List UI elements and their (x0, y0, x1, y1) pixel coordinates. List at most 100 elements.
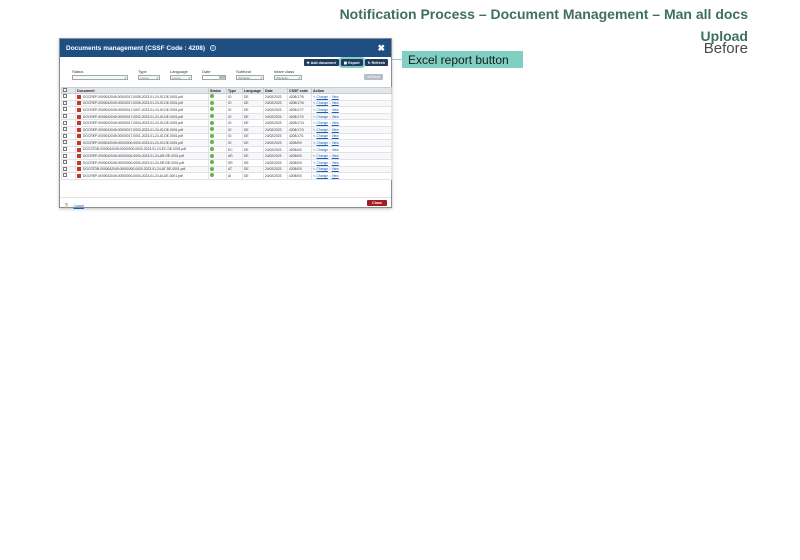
row-checkbox-cell[interactable] (61, 93, 76, 101)
row-checkbox-cell[interactable] (61, 112, 76, 121)
add-document-button[interactable]: ✚ Add document (303, 59, 339, 66)
view-link[interactable]: View (332, 154, 339, 158)
view-link[interactable]: View (332, 121, 339, 125)
row-checkbox-cell[interactable] (61, 125, 76, 134)
change-link[interactable]: Change (317, 115, 329, 119)
row-checkbox[interactable] (63, 94, 67, 99)
row-checkbox[interactable] (63, 107, 67, 112)
document-cell[interactable]: DOCREP-0000042049-00000017-0001-2023-01-… (75, 132, 209, 141)
change-link[interactable]: Change (317, 95, 329, 99)
table-row[interactable]: DOCREP-0000042049-00000000-0000-2023-01-… (61, 158, 392, 167)
document-cell[interactable]: DOCREP-0000042049-00000000-0000-2023-01-… (75, 152, 209, 160)
change-link[interactable]: Change (317, 121, 329, 125)
close-icon[interactable]: ✖ (377, 43, 385, 54)
change-link[interactable]: Change (317, 148, 329, 152)
row-checkbox-cell[interactable] (61, 158, 76, 167)
row-checkbox-cell[interactable] (61, 132, 76, 141)
change-link[interactable]: Change (317, 161, 329, 165)
view-link[interactable]: View (332, 167, 339, 171)
document-cell[interactable]: DOCREP-0000042049-00000017-0003-2023-01-… (75, 125, 209, 134)
view-link[interactable]: View (332, 134, 339, 138)
table-row[interactable]: DOCREP-0000042049-00000000-0000-2023-01-… (61, 172, 392, 180)
change-link[interactable]: Change (317, 141, 329, 145)
table-row[interactable]: DOCSTDB-0000042049-00000000-0000-2023-01… (61, 165, 392, 174)
document-cell[interactable]: DOCREP-0000042049-00000017-0004-2023-01-… (75, 119, 209, 127)
row-checkbox[interactable] (63, 173, 67, 178)
row-checkbox[interactable] (63, 101, 67, 105)
view-link[interactable]: View (332, 128, 339, 132)
language-select-value: (none) (172, 75, 181, 80)
change-link[interactable]: Change (317, 108, 329, 112)
table-row[interactable]: DOCREP-0000042049-00000017-0003-2023-01-… (61, 125, 392, 134)
row-checkbox[interactable] (63, 147, 67, 152)
document-cell[interactable]: DOCREP-0000042049-00000017-0005-2023-01-… (75, 93, 209, 101)
row-checkbox-cell[interactable] (61, 139, 76, 147)
view-link[interactable]: View (332, 95, 339, 99)
refresh-button[interactable]: ↻ Refresh (364, 59, 388, 66)
table-row[interactable]: DOCREP-0000042049-00000017-0004-2023-01-… (61, 119, 392, 127)
change-link[interactable]: Change (317, 128, 329, 132)
dialog-header: Documents management (CSSF Code : 4208) … (60, 39, 391, 57)
change-link[interactable]: Change (317, 167, 329, 171)
share-class-select[interactable]: (Multiple) ▾ (274, 75, 302, 80)
row-checkbox-cell[interactable] (61, 119, 76, 127)
document-cell[interactable]: DOCSTDB-0000042049-00000000-0000-2023-01… (75, 145, 209, 154)
view-link[interactable]: View (332, 148, 339, 152)
document-cell[interactable]: DOCREP-0000042049-00000017-0002-2023-01-… (75, 112, 209, 121)
subfund-select[interactable]: (Multiple) ▾ (236, 75, 264, 80)
document-cell[interactable]: DOCREP-0000042049-00000000-0000-2023-01-… (75, 172, 209, 180)
change-link[interactable]: Change (317, 134, 329, 138)
row-checkbox[interactable] (63, 134, 67, 138)
type-select[interactable]: (none) ▾ (138, 75, 160, 80)
info-icon[interactable]: i (209, 44, 216, 51)
document-cell[interactable]: DOCREP-0000042049-00000017-0007-2023-01-… (75, 106, 209, 114)
change-link[interactable]: Change (317, 101, 329, 105)
table-row[interactable]: DOCREP-0000042049-00000017-0007-2023-01-… (61, 106, 392, 114)
table-row[interactable]: DOCREP-0000042049-00000017-0002-2023-01-… (61, 112, 392, 121)
row-checkbox-cell[interactable] (61, 172, 76, 180)
view-link[interactable]: View (332, 115, 339, 119)
table-row[interactable]: DOCREP-0000042049-00000017-0006-2023-01-… (61, 99, 392, 108)
row-checkbox[interactable] (63, 140, 67, 145)
language-select[interactable]: (none) ▾ (170, 75, 192, 80)
magnifier-icon: ⌕ (329, 147, 331, 152)
table-row[interactable]: DOCSTDB-0000042049-00000000-0000-2023-01… (61, 145, 392, 154)
table-row[interactable]: DOCREP-0000042049-00000000-0000-2023-01-… (61, 152, 392, 160)
row-checkbox[interactable] (63, 127, 67, 132)
row-checkbox-cell[interactable] (61, 145, 76, 154)
close-button[interactable]: Close (367, 199, 387, 206)
cancel-link[interactable]: Cancel (73, 204, 84, 208)
document-cell[interactable]: DOCREP-0000042049-00000000-0000-2023-01-… (75, 139, 209, 147)
row-checkbox[interactable] (63, 153, 67, 158)
view-link[interactable]: View (332, 108, 339, 112)
row-checkbox-cell[interactable] (61, 99, 76, 108)
calendar-icon[interactable] (219, 75, 225, 80)
document-cell[interactable]: DOCREP-0000042049-00000000-0000-2023-01-… (75, 158, 209, 167)
document-cell[interactable]: DOCREP-0000042049-00000017-0006-2023-01-… (75, 99, 209, 108)
change-link[interactable]: Change (317, 174, 329, 178)
table-row[interactable]: DOCREP-0000042049-00000000-0000-2023-01-… (61, 139, 392, 147)
row-checkbox-cell[interactable] (61, 106, 76, 114)
document-cell[interactable]: DOCSTDB-0000042049-00000000-0000-2023-01… (75, 165, 209, 174)
date-cell: 24/02/2023 (263, 152, 288, 160)
change-link[interactable]: Change (317, 154, 329, 158)
view-link[interactable]: View (332, 141, 339, 145)
row-checkbox[interactable] (63, 160, 67, 165)
status-select[interactable]: ▾ (72, 75, 128, 80)
select-all-checkbox[interactable] (63, 88, 67, 92)
row-checkbox[interactable] (63, 120, 67, 125)
document-name: DOCREP-0000042049-00000000-0000-2023-01-… (83, 173, 183, 178)
view-link[interactable]: View (332, 174, 339, 178)
date-input[interactable] (202, 75, 226, 80)
export-button[interactable]: ▦ Export (338, 57, 365, 68)
reset-button[interactable]: ⊘ Reset (364, 74, 383, 80)
row-checkbox-cell[interactable] (61, 165, 76, 174)
view-link[interactable]: View (332, 161, 339, 165)
table-row[interactable]: DOCREP-0000042049-00000017-0005-2023-01-… (61, 93, 392, 101)
table-row[interactable]: DOCREP-0000042049-00000017-0001-2023-01-… (61, 132, 392, 141)
view-link[interactable]: View (332, 101, 339, 105)
type-select-value: (none) (140, 75, 149, 80)
row-checkbox[interactable] (63, 166, 67, 171)
row-checkbox-cell[interactable] (61, 152, 76, 160)
row-checkbox[interactable] (63, 114, 67, 119)
